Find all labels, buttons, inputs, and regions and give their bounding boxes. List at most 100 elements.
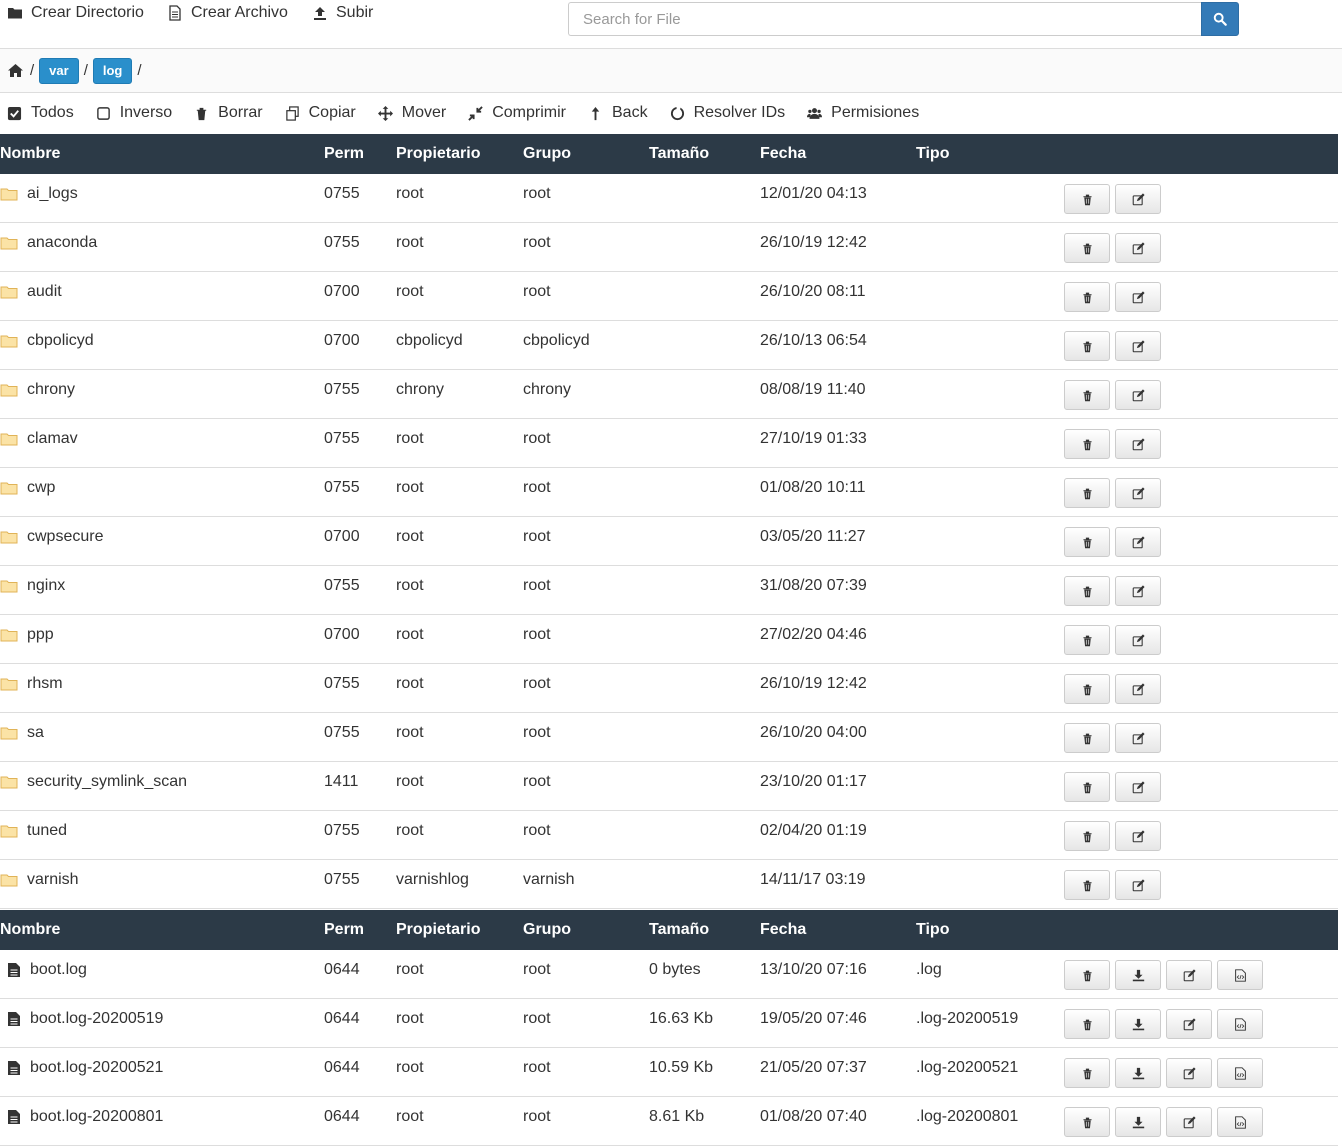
folder-entry[interactable]: rhsm: [0, 664, 324, 693]
view-code-button[interactable]: [1217, 1058, 1263, 1088]
folder-entry[interactable]: cbpolicyd: [0, 321, 324, 350]
edit-button[interactable]: [1115, 821, 1161, 851]
view-code-button[interactable]: [1217, 1107, 1263, 1137]
edit-button[interactable]: [1166, 1058, 1212, 1088]
column-header-name[interactable]: Nombre: [0, 910, 324, 950]
edit-button[interactable]: [1115, 527, 1161, 557]
table-row[interactable]: chrony 0755 chrony chrony 08/08/19 11:40: [0, 369, 1338, 419]
move-button[interactable]: Mover: [377, 104, 446, 122]
table-row[interactable]: security_symlink_scan 1411 root root 23/10/2…: [0, 761, 1338, 811]
column-header-size[interactable]: Tamaño: [649, 134, 760, 174]
file-entry[interactable]: boot.log: [0, 950, 324, 979]
folder-entry[interactable]: tuned: [0, 811, 324, 840]
table-row[interactable]: clamav 0755 root root 27/10/19 01:33: [0, 418, 1338, 468]
edit-button[interactable]: [1115, 576, 1161, 606]
folder-name[interactable]: ai_logs: [27, 185, 78, 203]
folder-entry[interactable]: nginx: [0, 566, 324, 595]
folder-name[interactable]: anaconda: [27, 234, 97, 252]
column-header-date[interactable]: Fecha: [760, 910, 916, 950]
column-header-date[interactable]: Fecha: [760, 134, 916, 174]
column-header-group[interactable]: Grupo: [523, 134, 649, 174]
folder-name[interactable]: cwpsecure: [27, 528, 103, 546]
edit-button[interactable]: [1115, 772, 1161, 802]
folder-name[interactable]: ppp: [27, 626, 54, 644]
table-row[interactable]: boot.log-20200801 0644 root root 8.61 Kb 01/0…: [0, 1096, 1338, 1146]
table-row[interactable]: varnish 0755 varnishlog varnish 14/11/17 03:…: [0, 859, 1338, 909]
edit-button[interactable]: [1115, 625, 1161, 655]
table-row[interactable]: boot.log-20200521 0644 root root 10.59 Kb 21/…: [0, 1047, 1338, 1097]
download-button[interactable]: [1115, 1058, 1161, 1088]
table-row[interactable]: anaconda 0755 root root 26/10/19 12:42: [0, 222, 1338, 272]
breadcrumb-var[interactable]: var: [39, 57, 79, 84]
table-row[interactable]: cbpolicyd 0700 cbpolicyd cbpolicyd 26/10/13 …: [0, 320, 1338, 370]
home-button[interactable]: [7, 62, 25, 80]
column-header-perm[interactable]: Perm: [324, 134, 396, 174]
table-row[interactable]: sa 0755 root root 26/10/20 04:00: [0, 712, 1338, 762]
folder-name[interactable]: sa: [27, 724, 44, 742]
view-code-button[interactable]: [1217, 960, 1263, 990]
file-name[interactable]: boot.log-20200801: [30, 1108, 163, 1126]
folder-entry[interactable]: varnish: [0, 860, 324, 889]
folder-entry[interactable]: ppp: [0, 615, 324, 644]
back-button[interactable]: Back: [588, 104, 648, 122]
file-entry[interactable]: boot.log-20200519: [0, 999, 324, 1028]
table-row[interactable]: boot.log 0644 root root 0 bytes 13/10/20 07:1…: [0, 950, 1338, 999]
edit-button[interactable]: [1166, 1107, 1212, 1137]
edit-button[interactable]: [1115, 184, 1161, 214]
delete-button[interactable]: [1064, 576, 1110, 606]
delete-button[interactable]: [1064, 1058, 1110, 1088]
delete-button[interactable]: [1064, 723, 1110, 753]
delete-button[interactable]: [1064, 282, 1110, 312]
column-header-type[interactable]: Tipo: [916, 134, 1064, 174]
column-header-owner[interactable]: Propietario: [396, 134, 523, 174]
delete-button[interactable]: [1064, 625, 1110, 655]
edit-button[interactable]: [1166, 1009, 1212, 1039]
folder-entry[interactable]: security_symlink_scan: [0, 762, 324, 791]
table-row[interactable]: nginx 0755 root root 31/08/20 07:39: [0, 565, 1338, 615]
edit-button[interactable]: [1115, 723, 1161, 753]
column-header-size[interactable]: Tamaño: [649, 910, 760, 950]
file-entry[interactable]: boot.log-20200521: [0, 1048, 324, 1077]
edit-button[interactable]: [1115, 380, 1161, 410]
folder-name[interactable]: cwp: [27, 479, 55, 497]
delete-button[interactable]: [1064, 478, 1110, 508]
table-row[interactable]: boot.log-20200519 0644 root root 16.63 Kb 19/…: [0, 998, 1338, 1048]
table-row[interactable]: cwpsecure 0700 root root 03/05/20 11:27: [0, 516, 1338, 566]
upload-button[interactable]: Subir: [312, 4, 373, 22]
table-row[interactable]: cwp 0755 root root 01/08/20 10:11: [0, 467, 1338, 517]
table-row[interactable]: ppp 0700 root root 27/02/20 04:46: [0, 614, 1338, 664]
edit-button[interactable]: [1166, 960, 1212, 990]
view-code-button[interactable]: [1217, 1009, 1263, 1039]
edit-button[interactable]: [1115, 478, 1161, 508]
folder-entry[interactable]: anaconda: [0, 223, 324, 252]
folder-name[interactable]: rhsm: [27, 675, 63, 693]
delete-button[interactable]: [1064, 527, 1110, 557]
edit-button[interactable]: [1115, 429, 1161, 459]
delete-button[interactable]: [1064, 870, 1110, 900]
file-entry[interactable]: boot.log-20200801: [0, 1097, 324, 1126]
edit-button[interactable]: [1115, 870, 1161, 900]
create-file-button[interactable]: Crear Archivo: [167, 4, 288, 22]
edit-button[interactable]: [1115, 331, 1161, 361]
folder-entry[interactable]: cwp: [0, 468, 324, 497]
edit-button[interactable]: [1115, 674, 1161, 704]
permissions-button[interactable]: Permisiones: [807, 104, 919, 122]
download-button[interactable]: [1115, 960, 1161, 990]
edit-button[interactable]: [1115, 282, 1161, 312]
delete-button[interactable]: [1064, 821, 1110, 851]
folder-name[interactable]: varnish: [27, 871, 79, 889]
compress-button[interactable]: Comprimir: [468, 104, 566, 122]
file-name[interactable]: boot.log-20200519: [30, 1010, 163, 1028]
delete-button[interactable]: [1064, 674, 1110, 704]
file-name[interactable]: boot.log-20200521: [30, 1059, 163, 1077]
column-header-type[interactable]: Tipo: [916, 910, 1064, 950]
column-header-perm[interactable]: Perm: [324, 910, 396, 950]
table-row[interactable]: ai_logs 0755 root root 12/01/20 04:13: [0, 174, 1338, 223]
delete-button[interactable]: [1064, 233, 1110, 263]
column-header-name[interactable]: Nombre: [0, 134, 324, 174]
delete-button[interactable]: [1064, 960, 1110, 990]
folder-name[interactable]: clamav: [27, 430, 78, 448]
folder-entry[interactable]: chrony: [0, 370, 324, 399]
folder-entry[interactable]: ai_logs: [0, 174, 324, 203]
folder-name[interactable]: cbpolicyd: [27, 332, 94, 350]
